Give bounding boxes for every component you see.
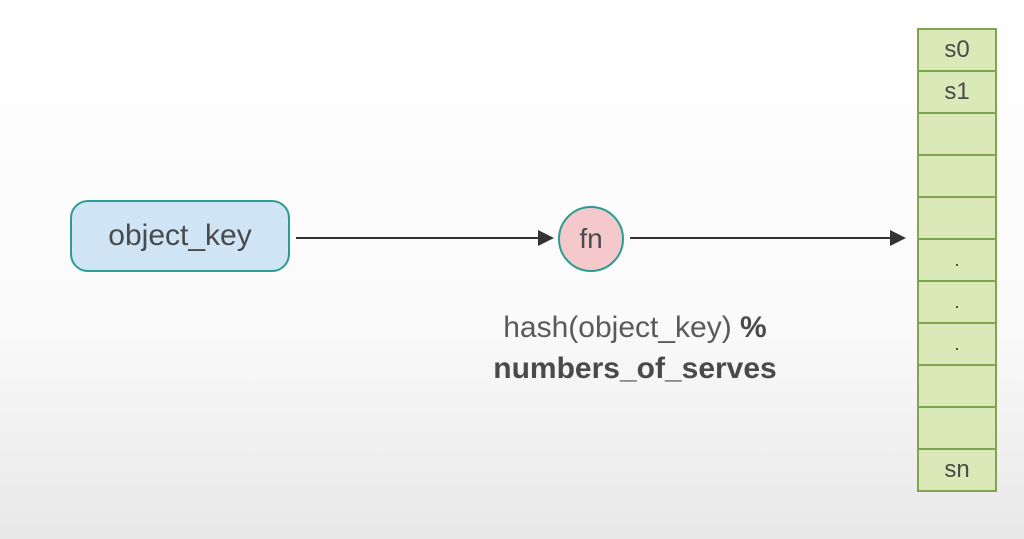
server-cell-1: s1 xyxy=(919,72,995,114)
server-cell-3 xyxy=(919,156,995,198)
server-list: s0 s1 . . . sn xyxy=(917,28,997,492)
object-key-node: object_key xyxy=(70,200,290,272)
server-cell-7: . xyxy=(919,324,995,366)
formula-denominator: numbers_of_serves xyxy=(493,352,776,385)
fn-label: fn xyxy=(579,223,602,255)
server-cell-8 xyxy=(919,366,995,408)
server-cell-9 xyxy=(919,408,995,450)
server-cell-6: . xyxy=(919,282,995,324)
formula-part1: hash(object_key) xyxy=(503,311,740,344)
fn-node: fn xyxy=(558,206,624,272)
server-cell-0: s0 xyxy=(919,30,995,72)
server-cell-10: sn xyxy=(919,450,995,492)
server-cell-4 xyxy=(919,198,995,240)
server-cell-2 xyxy=(919,114,995,156)
server-cell-5: . xyxy=(919,240,995,282)
arrow-objectkey-to-fn-line xyxy=(296,237,538,239)
arrow-fn-to-servers-line xyxy=(630,237,890,239)
object-key-label: object_key xyxy=(108,219,251,253)
formula-percent: % xyxy=(740,311,767,344)
hash-formula: hash(object_key) % numbers_of_serves xyxy=(385,308,885,389)
arrow-fn-to-servers-head xyxy=(890,230,906,246)
arrow-objectkey-to-fn-head xyxy=(538,230,554,246)
